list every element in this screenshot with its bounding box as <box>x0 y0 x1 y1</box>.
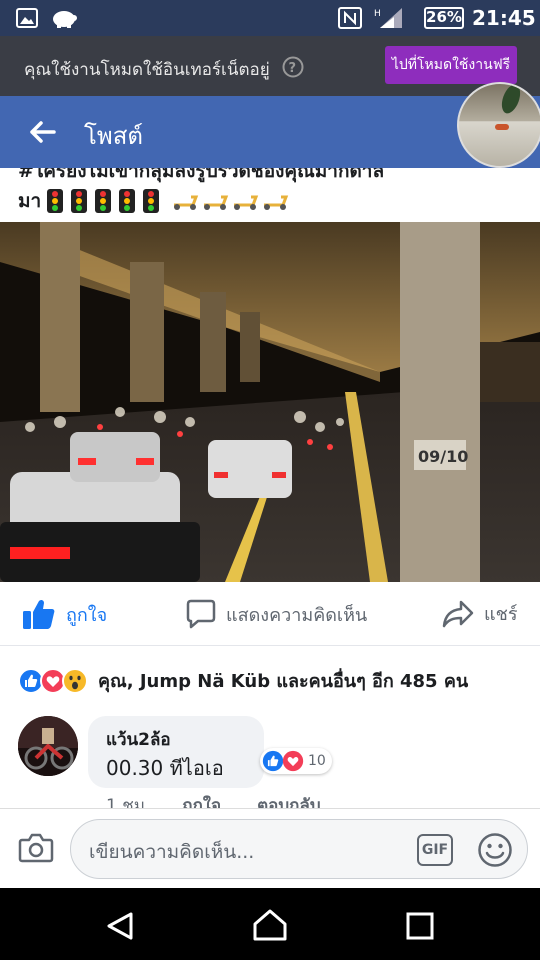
comment-input[interactable]: เขียนความคิดเห็น... GIF <box>70 819 528 879</box>
figure-shape <box>495 124 509 130</box>
comment-text: 00.30 ทีไอเอ <box>106 756 224 780</box>
comment-bubble-icon <box>186 599 216 629</box>
comment-button[interactable]: แสดงความคิดเห็น <box>186 599 367 629</box>
clock: 21:45 <box>472 6 536 30</box>
data-mode-message: คุณใช้งานโหมดใช้อินเทอร์เน็ตอยู่ <box>24 60 270 80</box>
battery-level: 26% <box>426 8 462 26</box>
svg-text:?: ? <box>289 61 297 76</box>
free-mode-button[interactable]: ไปที่โหมดใช้งานฟรี <box>385 46 517 84</box>
camera-icon[interactable] <box>18 832 54 864</box>
svg-text:H: H <box>374 9 381 19</box>
leaf-shape <box>498 84 524 116</box>
gif-button[interactable]: GIF <box>417 834 453 866</box>
thumbs-up-icon <box>22 598 56 630</box>
comment-bubble[interactable]: แว้น2ล้อ 00.30 ทีไอเอ <box>88 716 264 788</box>
chat-head-avatar[interactable] <box>457 82 540 168</box>
comment-like-reaction-icon <box>262 750 284 772</box>
back-arrow-icon[interactable] <box>28 120 56 144</box>
comment-time: 1 ชม. <box>106 796 151 808</box>
comment-label: แสดงความคิดเห็น <box>226 604 368 626</box>
gallery-icon <box>16 8 38 28</box>
like-button[interactable]: ถูกใจ <box>22 598 107 630</box>
comment-composer: เขียนความคิดเห็น... GIF <box>0 808 540 888</box>
wow-reaction-icon <box>62 667 88 694</box>
piggy-bank-icon <box>50 8 78 28</box>
home-icon[interactable] <box>252 908 288 942</box>
back-triangle-icon[interactable] <box>104 910 136 942</box>
like-label: ถูกใจ <box>66 604 108 626</box>
nfc-icon <box>338 7 362 29</box>
emoji-icon[interactable] <box>477 832 513 868</box>
share-label: แชร์ <box>484 604 518 625</box>
share-button[interactable]: แชร์ <box>442 599 518 628</box>
traffic-lights-emoji <box>47 189 160 213</box>
reaction-icons <box>18 667 88 694</box>
post-content: #ใครยังไม่เข้ากลุ่มลงรูปรวดชองคุณมากดาล … <box>0 168 540 808</box>
reactions-text: คุณ, Jump Nä Küb และคนอื่นๆ อีก 485 คน <box>98 671 469 692</box>
reactions-summary[interactable]: คุณ, Jump Nä Küb และคนอื่นๆ อีก 485 คน <box>18 666 468 695</box>
recents-icon[interactable] <box>406 912 434 940</box>
help-icon[interactable]: ? <box>282 56 304 78</box>
comment-reaction-count: 10 <box>308 753 326 769</box>
post-text-ma: มา <box>18 190 42 212</box>
share-arrow-icon <box>442 600 474 628</box>
comment-love-reaction-icon <box>282 750 304 772</box>
signal-icon: H <box>374 6 406 30</box>
post-actions: ถูกใจ แสดงความคิดเห็น แชร์ <box>0 582 540 646</box>
commenter-avatar[interactable] <box>18 716 78 776</box>
scooter-emoji <box>171 191 289 211</box>
comment-input-placeholder: เขียนความคิดเห็น... <box>89 841 255 863</box>
comment-reactions[interactable]: 10 <box>260 748 332 774</box>
pillar-sign: 09/10 <box>418 447 468 466</box>
post-text-line2: มา <box>18 188 289 214</box>
android-nav-bar <box>0 888 540 960</box>
status-bar: H 26% 21:45 <box>0 0 540 36</box>
comment-author[interactable]: แว้น2ล้อ <box>106 726 171 753</box>
comment-reply-link[interactable]: ตอบกลับ <box>257 796 321 808</box>
comment-meta: 1 ชม. ถูกใจ ตอบกลับ <box>106 792 321 808</box>
post-photo[interactable]: 09/10 <box>0 222 540 582</box>
post-text-line1: #ใครยังไม่เข้ากลุ่มลงรูปรวดชองคุณมากดาล <box>18 168 385 182</box>
comment-like-link[interactable]: ถูกใจ <box>182 796 221 808</box>
page-title: โพสต์ <box>84 122 143 150</box>
data-mode-banner: คุณใช้งานโหมดใช้อินเทอร์เน็ตอยู่ ? ไปที่… <box>0 36 540 96</box>
